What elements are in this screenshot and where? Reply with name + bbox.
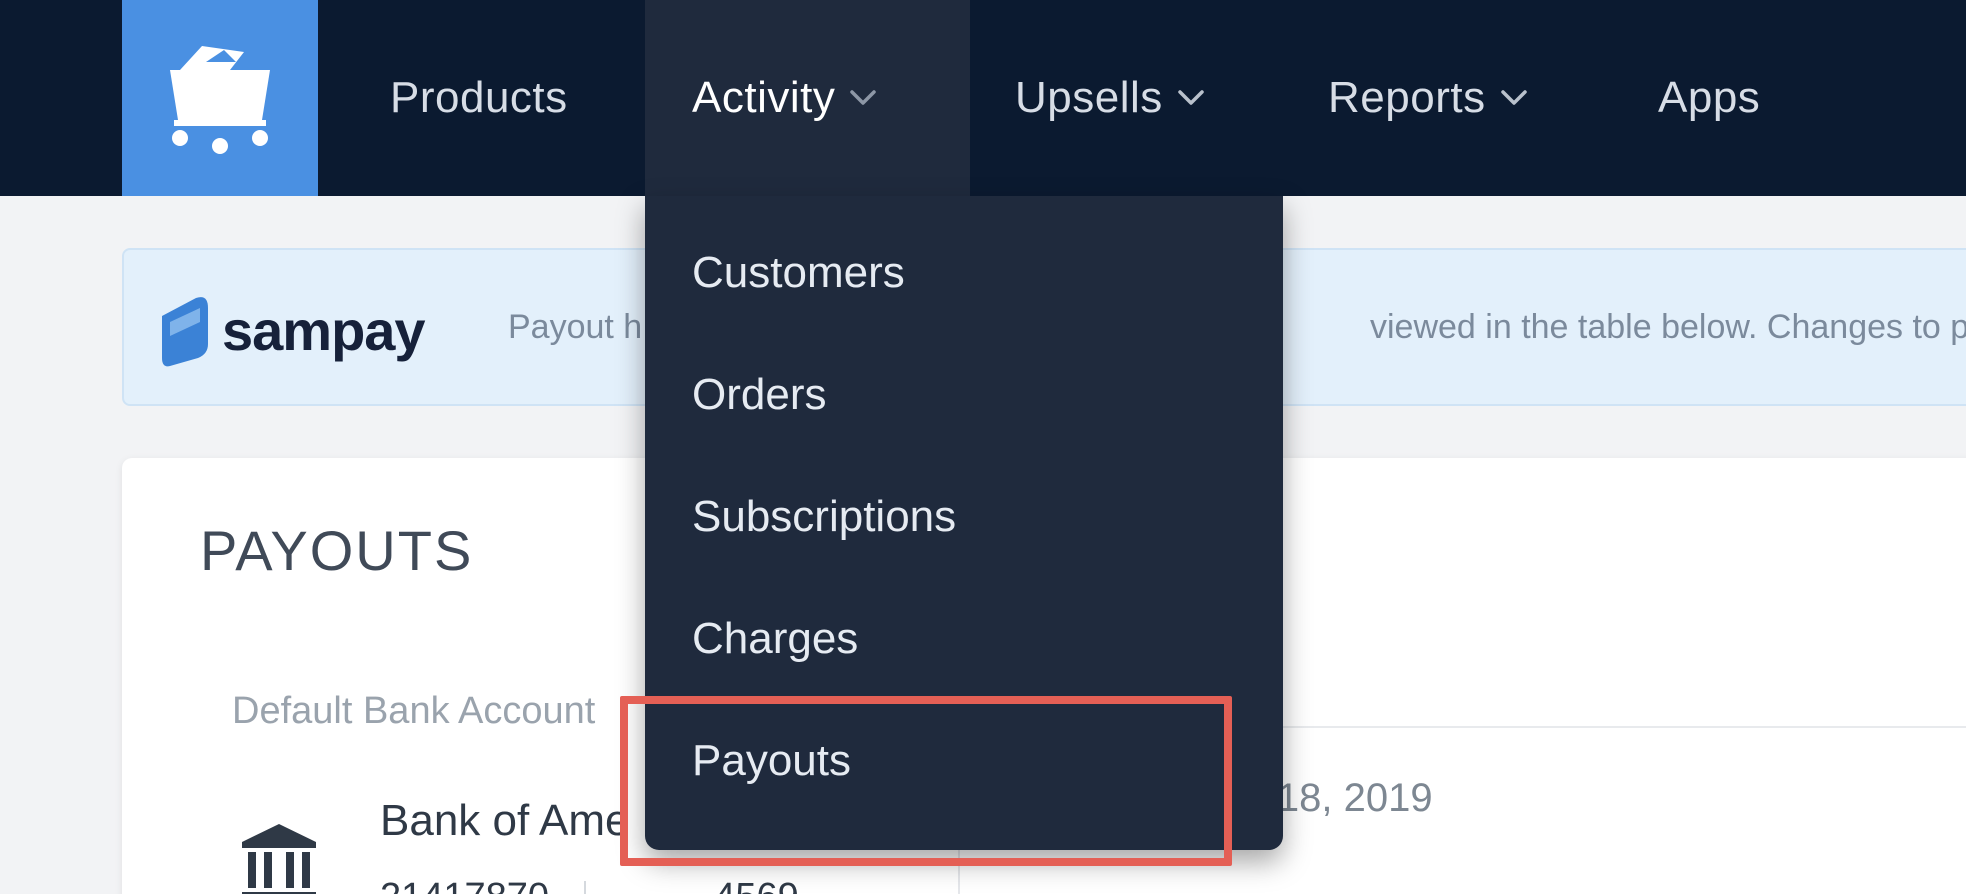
chevron-down-icon (849, 89, 877, 107)
nav-item-upsells[interactable]: Upsells (1015, 0, 1205, 196)
account-suffix: 4569 (714, 876, 799, 894)
menu-item-orders[interactable]: Orders (692, 370, 826, 420)
sampay-mark-icon (156, 292, 214, 368)
cart-icon (170, 46, 270, 154)
bank-name: Bank of Ame (380, 796, 630, 845)
top-navigation: Products Activity Upsells Reports Apps (0, 0, 1966, 196)
nav-item-activity[interactable]: Activity (645, 0, 970, 196)
banner-text-left: Payout h (508, 308, 643, 346)
bank-account-label: Default Bank Account (232, 690, 596, 732)
nav-item-reports[interactable]: Reports (1328, 0, 1528, 196)
brand-name: sampay (222, 298, 426, 362)
chevron-down-icon (1177, 89, 1205, 107)
nav-label: Products (390, 73, 568, 122)
bank-account-number: 21417870 4569 (380, 876, 799, 894)
chevron-down-icon (1500, 89, 1528, 107)
page-title: PAYOUTS (200, 519, 474, 582)
home-logo[interactable] (122, 0, 318, 196)
banner-text-right: viewed in the table below. Changes to pa (1370, 308, 1966, 346)
nav-label: Reports (1328, 73, 1486, 122)
nav-label: Apps (1658, 73, 1761, 122)
menu-item-customers[interactable]: Customers (692, 248, 905, 298)
nav-item-products[interactable]: Products (390, 0, 568, 196)
divider (583, 880, 586, 894)
banner-message: Payout h viewed in the table below. Chan… (508, 308, 1966, 347)
account-number: 21417870 (380, 876, 549, 894)
nav-label: Upsells (1015, 73, 1163, 122)
bank-icon (242, 824, 316, 894)
nav-label: Activity (692, 73, 836, 122)
sampay-logo: sampay (156, 292, 426, 368)
payouts-highlight-box (620, 696, 1232, 866)
menu-item-charges[interactable]: Charges (692, 614, 858, 664)
nav-item-apps[interactable]: Apps (1658, 0, 1760, 196)
menu-item-subscriptions[interactable]: Subscriptions (692, 492, 956, 542)
